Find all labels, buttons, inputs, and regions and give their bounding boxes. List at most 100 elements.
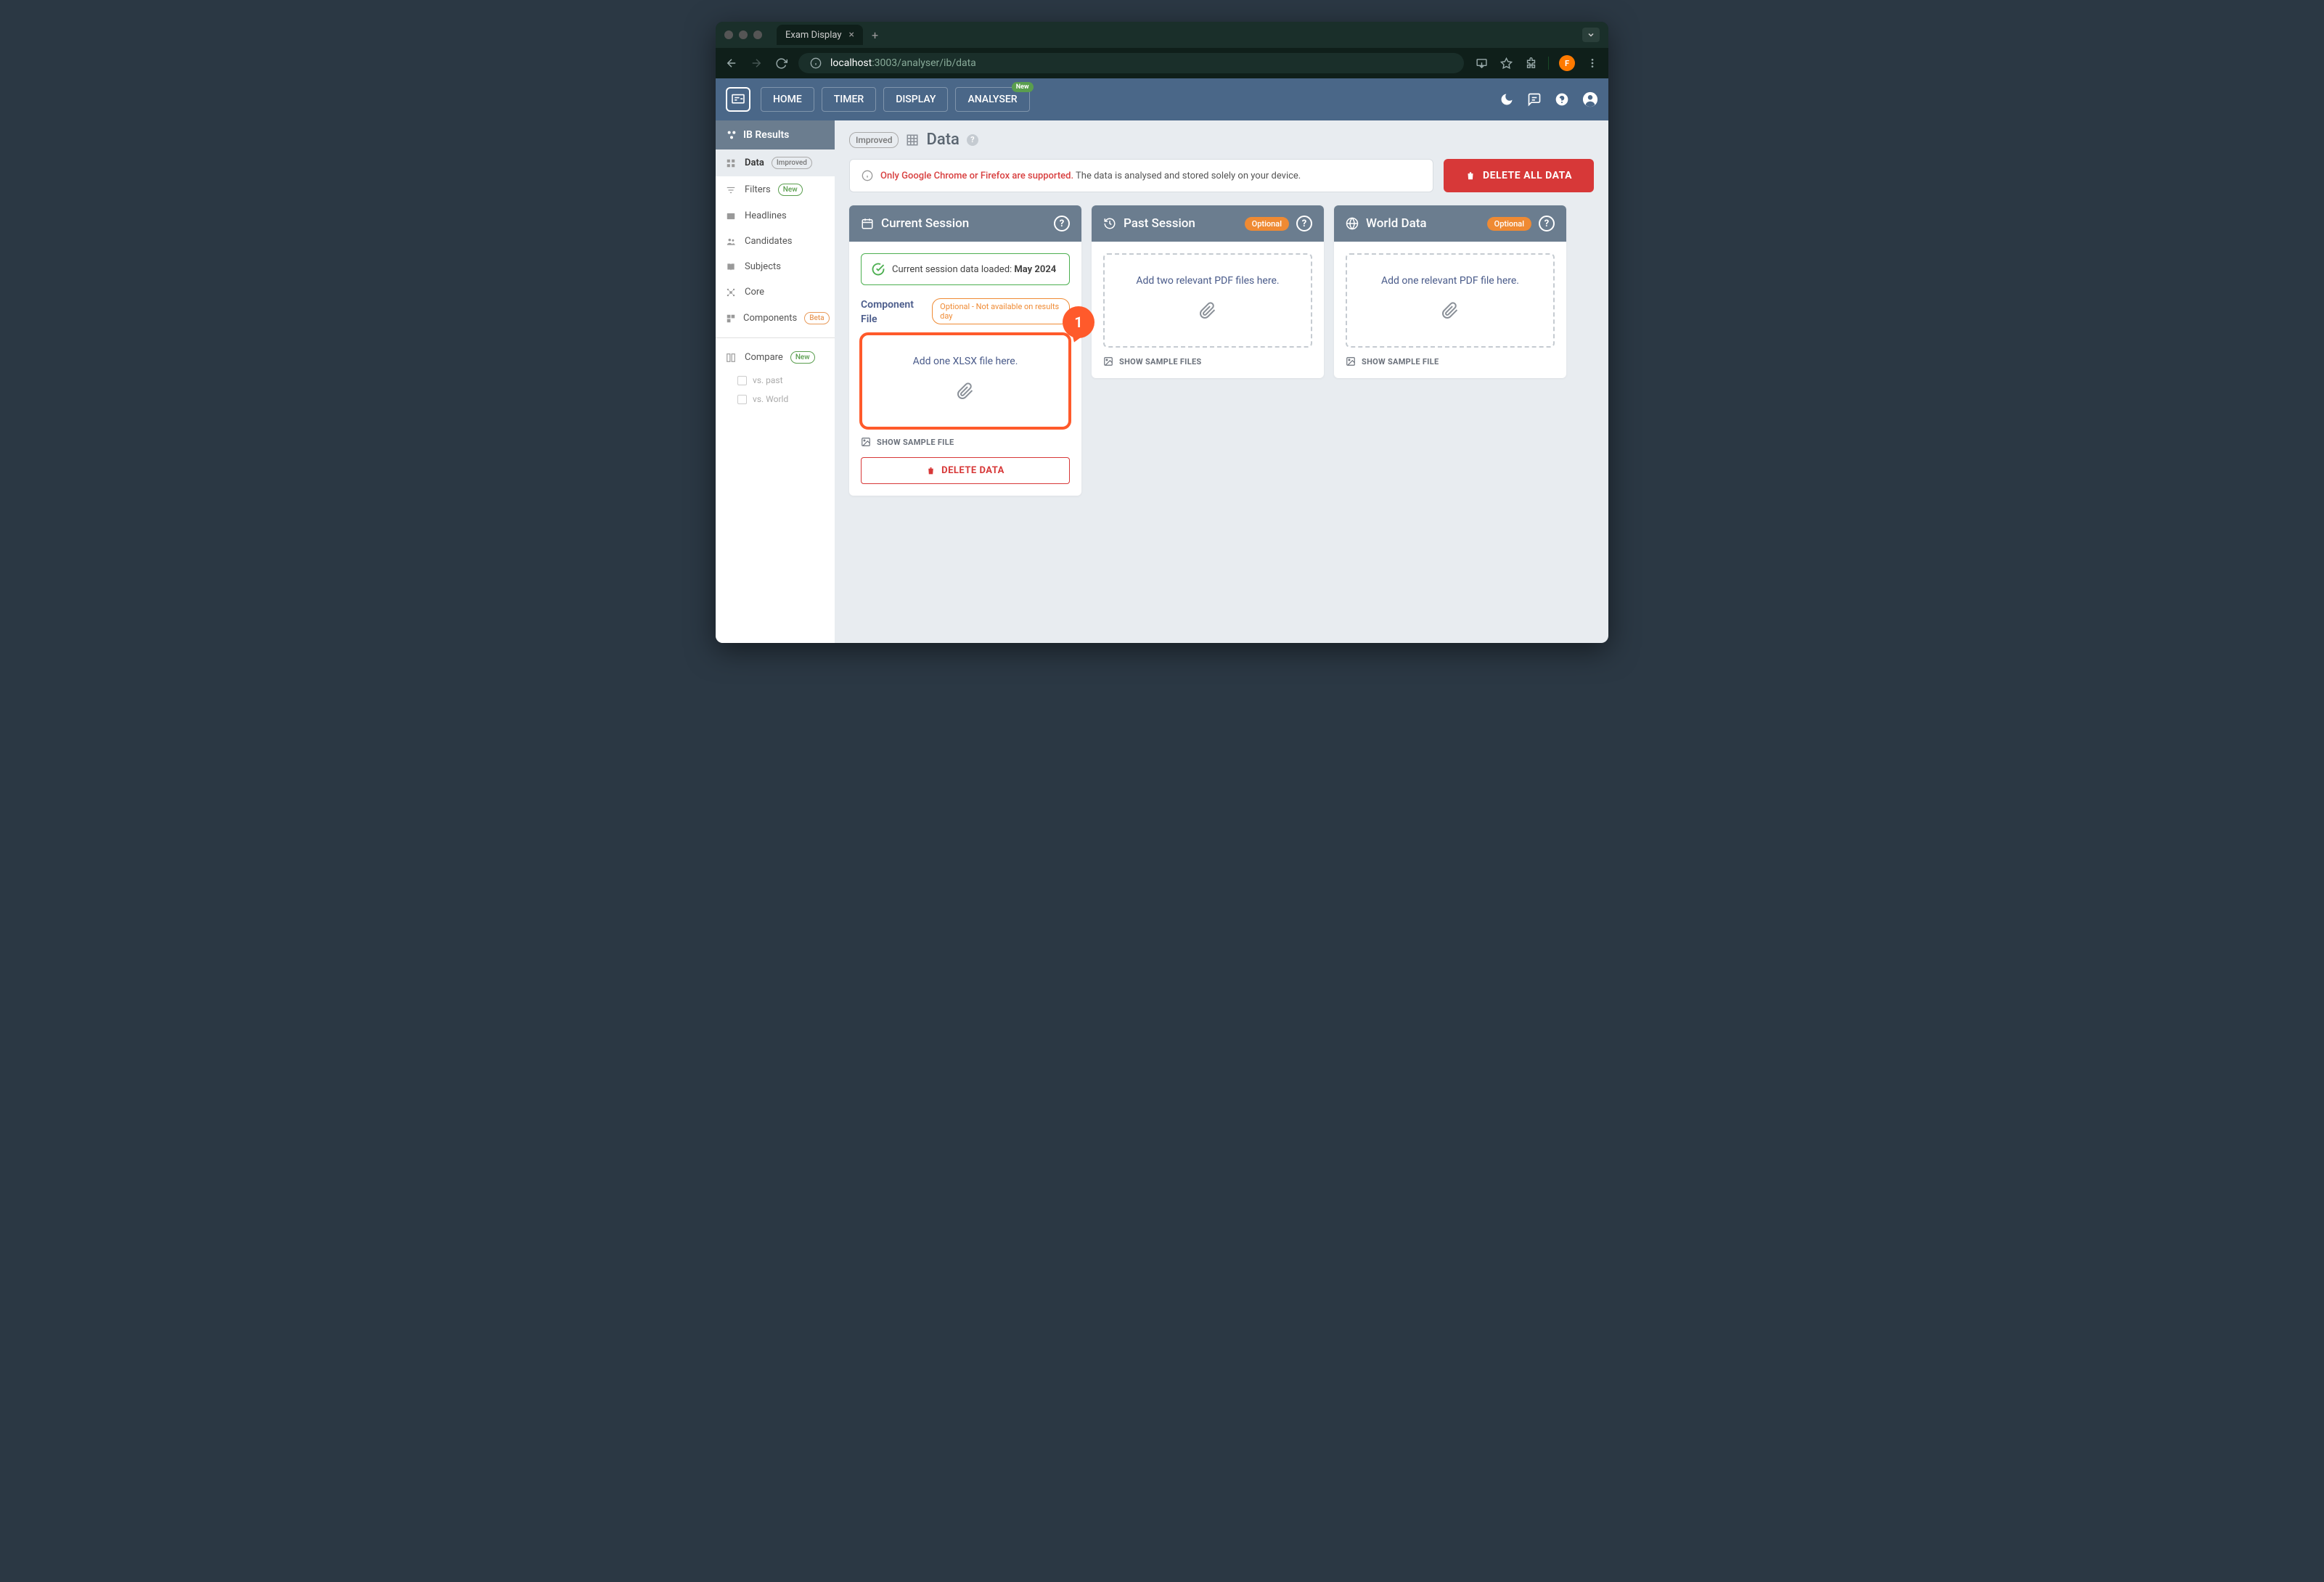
- optional-pill: Optional: [1245, 217, 1289, 231]
- sidebar-sub-vs-past[interactable]: vs. past: [716, 371, 835, 390]
- extensions-icon[interactable]: [1523, 57, 1538, 70]
- sidebar-label: Filters: [745, 184, 771, 195]
- improved-pill: Improved: [772, 157, 812, 169]
- page-header: Improved Data ?: [835, 120, 1608, 159]
- sidebar: IB Results Data Improved Filters New: [716, 120, 835, 643]
- checkbox-icon[interactable]: [737, 376, 747, 385]
- sidebar-item-compare[interactable]: Compare New: [716, 344, 835, 371]
- checkbox-icon[interactable]: [737, 395, 747, 404]
- account-icon[interactable]: [1582, 91, 1598, 107]
- sidebar-item-headlines[interactable]: Headlines: [716, 203, 835, 229]
- pdf-dropzone[interactable]: Add two relevant PDF files here.: [1103, 253, 1312, 348]
- filter-icon: [726, 185, 737, 195]
- sidebar-label: Components: [743, 313, 797, 324]
- address-bar[interactable]: localhost:3003/analyser/ib/data: [798, 53, 1464, 73]
- window-controls: [724, 30, 762, 39]
- show-sample-link[interactable]: SHOW SAMPLE FILE: [861, 437, 1070, 447]
- minimize-window-button[interactable]: [739, 30, 748, 39]
- profile-avatar[interactable]: F: [1559, 55, 1575, 71]
- data-icon: [726, 158, 737, 168]
- bookmark-icon[interactable]: [1499, 57, 1513, 70]
- card-title: Past Session: [1124, 216, 1237, 231]
- sidebar-item-data[interactable]: Data Improved: [716, 149, 835, 176]
- new-pill: New: [790, 351, 815, 364]
- sidebar-label: Headlines: [745, 210, 787, 221]
- forward-button[interactable]: [749, 57, 764, 70]
- info-icon: [862, 170, 873, 181]
- show-sample-link[interactable]: SHOW SAMPLE FILES: [1103, 356, 1312, 366]
- card-body: Add one relevant PDF file here. SHOW SAM…: [1334, 242, 1566, 378]
- sidebar-sub-vs-world[interactable]: vs. World: [716, 390, 835, 409]
- url-text: localhost:3003/analyser/ib/data: [830, 57, 976, 69]
- dropzone-text: Add two relevant PDF files here.: [1116, 275, 1299, 287]
- card-body: Current session data loaded: May 2024 Co…: [849, 242, 1081, 496]
- help-icon[interactable]: [1555, 92, 1569, 107]
- sub-label: vs. World: [753, 394, 788, 404]
- show-sample-link[interactable]: SHOW SAMPLE FILE: [1346, 356, 1555, 366]
- close-window-button[interactable]: [724, 30, 733, 39]
- nav-display[interactable]: DISPLAY: [883, 87, 948, 112]
- link-label: SHOW SAMPLE FILE: [877, 438, 954, 447]
- maximize-window-button[interactable]: [753, 30, 762, 39]
- main-content: Improved Data ? Only Google Chrome or Fi…: [835, 120, 1608, 643]
- theme-toggle-icon[interactable]: [1499, 92, 1514, 107]
- app-header: HOME TIMER DISPLAY ANALYSER New: [716, 78, 1608, 120]
- paperclip-icon: [1441, 298, 1459, 323]
- card-body: Add two relevant PDF files here. SHOW SA…: [1092, 242, 1324, 378]
- card-header: World Data Optional ?: [1334, 205, 1566, 242]
- card-help-icon[interactable]: ?: [1539, 216, 1555, 231]
- tab-overflow-button[interactable]: [1582, 28, 1600, 42]
- browser-menu-icon[interactable]: [1585, 57, 1600, 69]
- callout-badge: 1: [1063, 306, 1095, 338]
- sidebar-item-core[interactable]: Core: [716, 279, 835, 305]
- sidebar-label: Data: [745, 157, 764, 168]
- headlines-icon: [726, 211, 737, 221]
- browser-titlebar: Exam Display × +: [716, 22, 1608, 48]
- people-icon: [726, 237, 737, 247]
- page-help-icon[interactable]: ?: [967, 134, 978, 146]
- pdf-dropzone[interactable]: Add one relevant PDF file here.: [1346, 253, 1555, 348]
- components-icon: [726, 313, 736, 324]
- install-app-icon[interactable]: [1474, 57, 1489, 70]
- tab-title: Exam Display: [785, 30, 842, 41]
- core-icon: [726, 287, 737, 298]
- app-logo[interactable]: [726, 87, 750, 112]
- nav-timer[interactable]: TIMER: [822, 87, 876, 112]
- card-help-icon[interactable]: ?: [1054, 216, 1070, 231]
- history-icon: [1103, 217, 1116, 230]
- nav-home[interactable]: HOME: [761, 87, 814, 112]
- toolbar-divider: [1548, 57, 1549, 70]
- success-message: Current session data loaded: May 2024: [861, 253, 1070, 285]
- card-header: Current Session ?: [849, 205, 1081, 242]
- back-button[interactable]: [724, 57, 739, 70]
- sidebar-label: Compare: [745, 352, 783, 363]
- button-label: DELETE DATA: [941, 465, 1005, 476]
- sidebar-item-candidates[interactable]: Candidates: [716, 229, 835, 254]
- site-info-icon[interactable]: [809, 57, 823, 69]
- browser-toolbar: localhost:3003/analyser/ib/data F: [716, 48, 1608, 78]
- image-icon: [1103, 356, 1113, 366]
- browser-warning: Only Google Chrome or Firefox are suppor…: [849, 159, 1433, 192]
- close-tab-icon[interactable]: ×: [849, 29, 854, 41]
- new-pill: New: [778, 184, 803, 196]
- sidebar-item-subjects[interactable]: Subjects: [716, 254, 835, 279]
- globe-icon: [1346, 217, 1359, 230]
- sidebar-label: Core: [745, 287, 764, 298]
- dropzone-text: Add one relevant PDF file here.: [1359, 275, 1542, 287]
- new-badge: New: [1012, 82, 1034, 92]
- new-tab-button[interactable]: +: [872, 28, 878, 42]
- feedback-icon[interactable]: [1527, 92, 1542, 107]
- browser-tab[interactable]: Exam Display ×: [777, 25, 863, 45]
- sidebar-item-components[interactable]: Components Beta: [716, 305, 835, 332]
- xlsx-dropzone[interactable]: 1 Add one XLSX file here.: [861, 334, 1070, 428]
- delete-all-button[interactable]: DELETE ALL DATA: [1444, 159, 1594, 192]
- card-help-icon[interactable]: ?: [1296, 216, 1312, 231]
- app-body: IB Results Data Improved Filters New: [716, 120, 1608, 643]
- delete-data-button[interactable]: DELETE DATA: [861, 457, 1070, 484]
- reload-button[interactable]: [774, 57, 788, 70]
- warning-text: Only Google Chrome or Firefox are suppor…: [880, 171, 1301, 181]
- sidebar-item-filters[interactable]: Filters New: [716, 176, 835, 203]
- nav-analyser[interactable]: ANALYSER New: [955, 87, 1029, 112]
- image-icon: [861, 437, 871, 447]
- check-circle-icon: [872, 263, 885, 276]
